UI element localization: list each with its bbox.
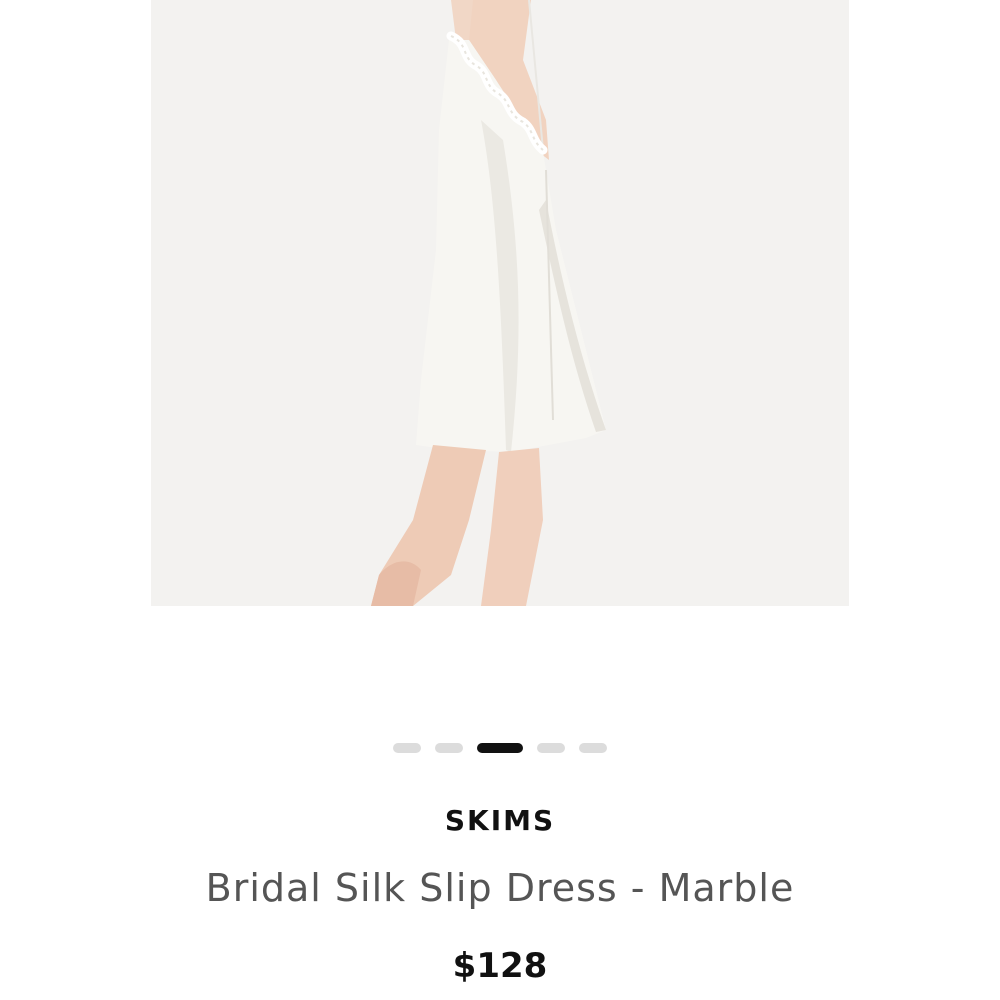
- product-title: Bridal Silk Slip Dress - Marble: [205, 866, 795, 910]
- dress-illustration: [151, 0, 849, 606]
- product-price: $128: [452, 946, 548, 986]
- carousel-dot-active[interactable]: [477, 743, 523, 753]
- brand-name[interactable]: SKIMS: [0, 804, 1000, 837]
- carousel-dot[interactable]: [393, 743, 421, 753]
- carousel-dot[interactable]: [579, 743, 607, 753]
- product-page: SKIMS Bridal Silk Slip Dress - Marble $1…: [0, 0, 1000, 1000]
- product-photo[interactable]: [151, 0, 849, 606]
- image-carousel-dots: [0, 743, 1000, 753]
- carousel-dot[interactable]: [435, 743, 463, 753]
- carousel-dot[interactable]: [537, 743, 565, 753]
